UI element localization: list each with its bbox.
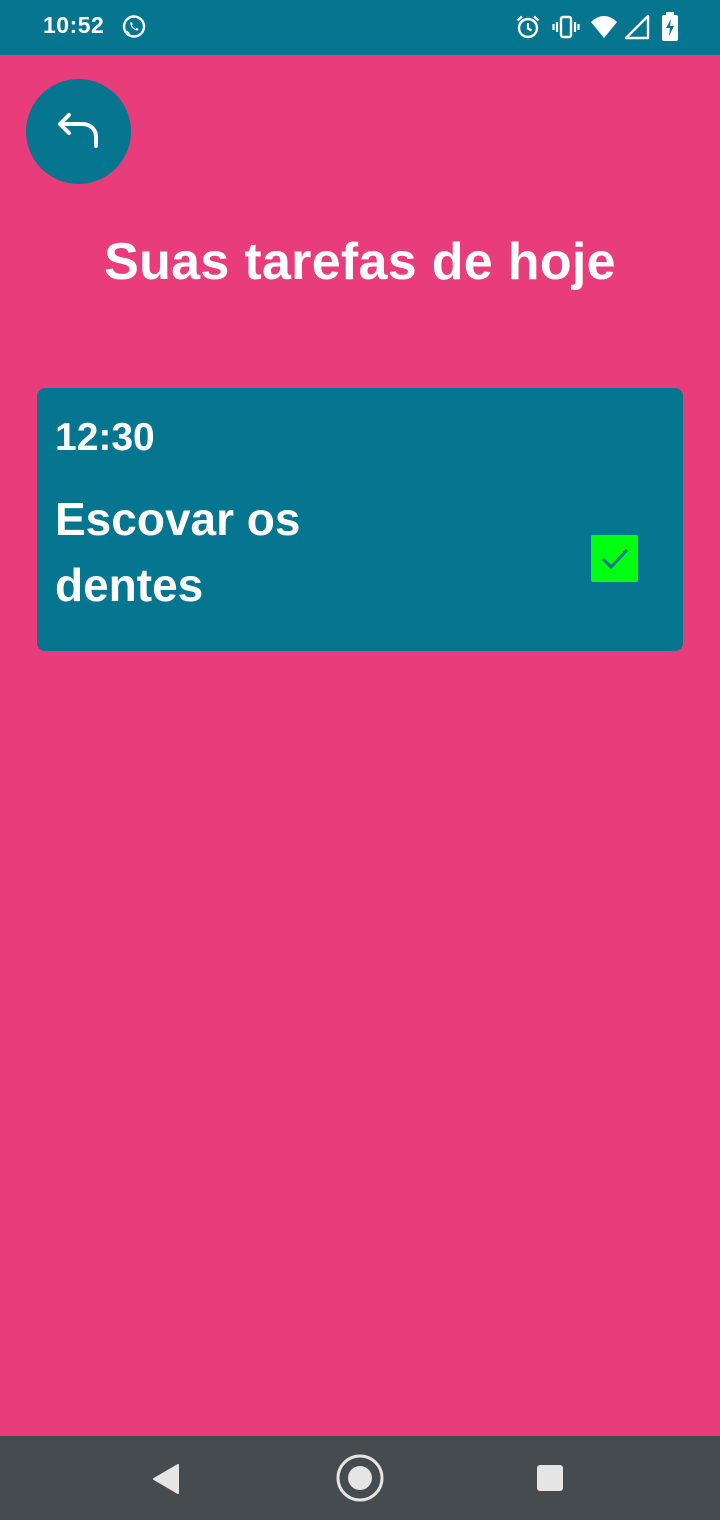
battery-icon: [661, 12, 679, 47]
task-title: Escovar os dentes: [55, 493, 301, 611]
nav-recents-button[interactable]: [500, 1436, 600, 1520]
nav-home-button[interactable]: [310, 1436, 410, 1520]
vibrate-icon: [552, 14, 580, 45]
nav-back-button[interactable]: [117, 1436, 217, 1520]
signal-icon: [624, 14, 650, 45]
recents-square-icon: [537, 1465, 563, 1491]
back-triangle-icon: [153, 1464, 179, 1494]
status-bar: 10:52: [0, 0, 720, 55]
whatsapp-icon: [121, 14, 147, 45]
navigation-bar: [0, 1436, 720, 1520]
alarm-icon: [515, 14, 541, 45]
wifi-icon: [590, 14, 618, 45]
page-title: Suas tarefas de hoje: [104, 233, 616, 291]
reply-arrow-icon: [58, 113, 98, 148]
checkmark-icon: [601, 548, 629, 570]
back-button[interactable]: [26, 79, 131, 184]
task-time: 12:30: [55, 416, 155, 459]
task-card[interactable]: 12:30 Escovar os dentes: [37, 388, 683, 651]
task-done-checkbox[interactable]: [591, 535, 638, 582]
home-circle-icon: [336, 1454, 384, 1502]
status-time: 10:52: [43, 12, 105, 38]
